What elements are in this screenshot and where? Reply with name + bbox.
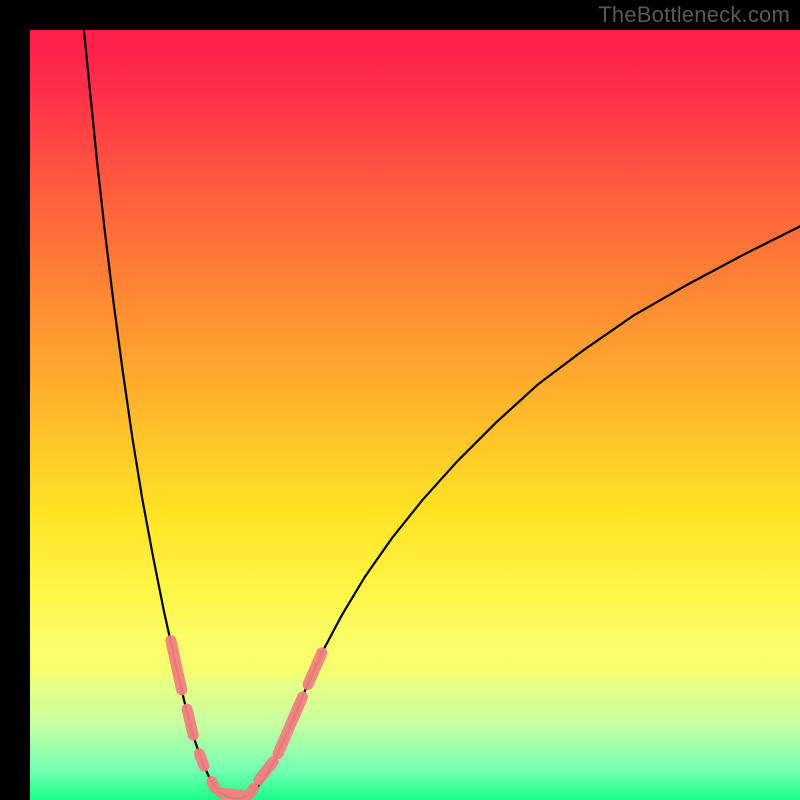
highlight-segment-2 xyxy=(199,754,204,766)
highlight-segment-3 xyxy=(212,782,215,788)
outer-frame: TheBottleneck.com xyxy=(0,0,800,800)
yellow-band xyxy=(30,627,800,677)
watermark-text: TheBottleneck.com xyxy=(598,2,790,28)
highlight-segment-5 xyxy=(251,788,253,792)
gradient-background xyxy=(30,30,800,800)
bottleneck-chart xyxy=(30,30,800,800)
highlight-segment-4 xyxy=(221,793,248,796)
highlight-segment-1 xyxy=(187,709,193,735)
